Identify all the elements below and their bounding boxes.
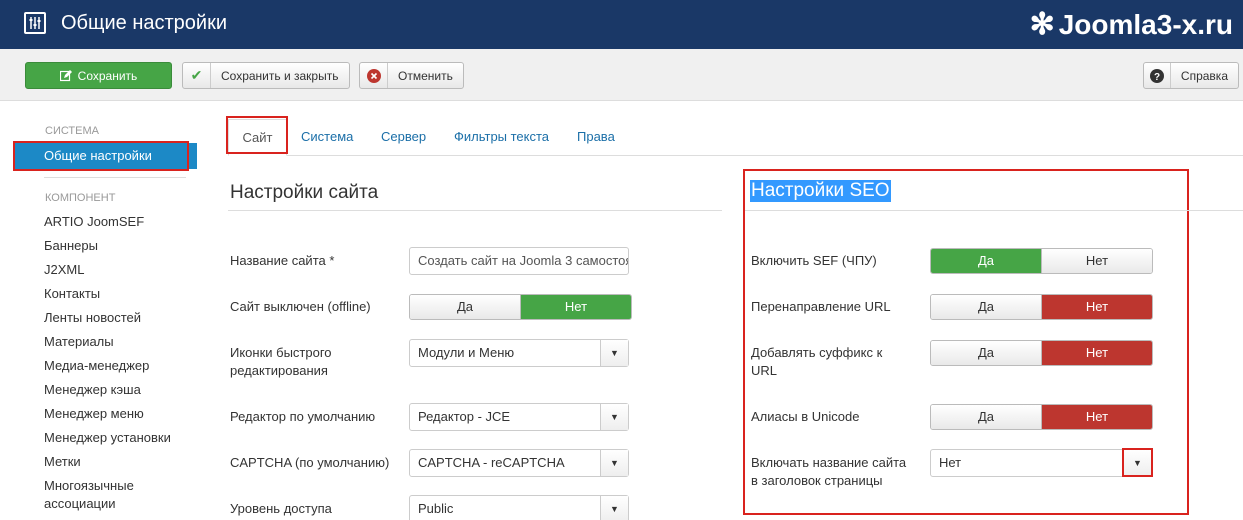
sef-yes-option[interactable]: Да (931, 249, 1041, 273)
chevron-down-icon[interactable]: ▼ (600, 496, 628, 520)
help-button[interactable]: ? Справка (1143, 62, 1239, 89)
sidebar-section-system: СИСТЕМА (45, 125, 99, 137)
sidebar-item[interactable]: Ленты новостей (44, 310, 141, 325)
sidebar-item[interactable]: J2XML (44, 262, 84, 277)
url-suffix-label: Добавлять суффикс к URL (751, 344, 882, 380)
offline-no-option[interactable]: Нет (520, 295, 631, 319)
unicode-aliases-no-option[interactable]: Нет (1041, 405, 1152, 429)
edit-icons-select[interactable]: Модули и Меню ▼ (409, 339, 629, 367)
section-divider (228, 210, 722, 211)
site-name-input[interactable]: Создать сайт на Joomla 3 самостоятельно (409, 247, 629, 275)
edit-icon (59, 63, 72, 88)
offline-yes-option[interactable]: Да (410, 295, 520, 319)
save-label: Сохранить (77, 68, 138, 83)
sidebar-item[interactable]: Метки (44, 454, 81, 469)
highlight-frame (13, 141, 189, 171)
unicode-aliases-toggle[interactable]: Да Нет (930, 404, 1153, 430)
help-label: Справка (1180, 68, 1228, 83)
section-divider (745, 210, 1243, 211)
help-icon: ? (1144, 63, 1171, 88)
access-select[interactable]: Public ▼ (409, 495, 629, 520)
brand-logo: ✻ Joomla3-x.ru (1030, 7, 1233, 42)
sidebar-item[interactable]: Менеджер меню (44, 406, 144, 421)
top-header: Общие настройки ✻ Joomla3-x.ru (0, 0, 1243, 49)
captcha-select[interactable]: CAPTCHA - reCAPTCHA ▼ (409, 449, 629, 477)
sidebar-item[interactable]: Контакты (44, 286, 100, 301)
settings-sliders-icon (24, 12, 46, 34)
url-suffix-label-line2: URL (751, 363, 778, 378)
settings-tabs: Сайт Система Сервер Фильтры текста Права (226, 116, 1243, 156)
save-close-label: Сохранить и закрыть (221, 68, 339, 83)
url-suffix-yes-option[interactable]: Да (931, 341, 1041, 365)
sef-label: Включить SEF (ЧПУ) (751, 253, 877, 268)
url-suffix-toggle[interactable]: Да Нет (930, 340, 1153, 366)
captcha-value: CAPTCHA - reCAPTCHA (418, 455, 565, 470)
sef-toggle[interactable]: Да Нет (930, 248, 1153, 274)
sitename-in-title-select[interactable]: Нет ▼ (930, 449, 1152, 477)
svg-text:?: ? (1154, 72, 1160, 83)
sitename-in-title-label: Включать название сайта в заголовок стра… (751, 454, 906, 490)
editor-label: Редактор по умолчанию (230, 409, 376, 424)
site-settings-title: Настройки сайта (230, 182, 379, 203)
check-icon: ✔ (183, 63, 211, 88)
seo-settings-title: Настройки SEO (750, 180, 891, 202)
chevron-down-icon[interactable]: ▼ (600, 404, 628, 430)
unicode-aliases-yes-option[interactable]: Да (931, 405, 1041, 429)
url-rewrite-toggle[interactable]: Да Нет (930, 294, 1153, 320)
sidebar-item[interactable]: Баннеры (44, 238, 98, 253)
cancel-button[interactable]: Отменить (359, 62, 464, 89)
cancel-label: Отменить (398, 68, 453, 83)
page-title: Общие настройки (61, 12, 227, 34)
edit-icons-value: Модули и Меню (418, 345, 515, 360)
sitename-in-title-value: Нет (939, 455, 962, 470)
save-close-button[interactable]: ✔ Сохранить и закрыть (182, 62, 350, 89)
sidebar-item[interactable]: Медиа-менеджер (44, 358, 149, 373)
url-suffix-no-option[interactable]: Нет (1041, 341, 1152, 365)
tab-server[interactable]: Сервер (381, 129, 426, 144)
tab-text-filters[interactable]: Фильтры текста (454, 129, 549, 144)
edit-icons-label-line2: редактирования (230, 363, 328, 378)
editor-select[interactable]: Редактор - JCE ▼ (409, 403, 629, 431)
sidebar-item[interactable]: Менеджер кэша (44, 382, 141, 397)
access-label: Уровень доступа (230, 501, 332, 516)
highlight-frame (1122, 448, 1153, 477)
sitename-in-title-label-line1: Включать название сайта (751, 455, 907, 470)
sidebar-section-component: КОМПОНЕНТ (45, 192, 116, 204)
tab-system[interactable]: Система (301, 129, 353, 144)
joomla-logo-icon: ✻ (1029, 8, 1055, 41)
edit-icons-label: Иконки быстрого редактирования (230, 344, 332, 380)
site-name-label: Название сайта * (230, 253, 335, 268)
sitename-in-title-label-line2: в заголовок страницы (751, 473, 883, 488)
tab-permissions[interactable]: Права (577, 129, 615, 144)
offline-label: Сайт выключен (offline) (230, 299, 371, 314)
sidebar-item[interactable]: ассоциации (44, 496, 116, 511)
captcha-label: CAPTCHA (по умолчанию) (230, 455, 390, 470)
editor-value: Редактор - JCE (418, 409, 511, 424)
sidebar-item[interactable]: Многоязычные (44, 478, 134, 493)
url-rewrite-label: Перенаправление URL (751, 299, 891, 314)
chevron-down-icon[interactable]: ▼ (600, 450, 628, 476)
unicode-aliases-label: Алиасы в Unicode (751, 409, 860, 424)
toolbar: Сохранить ✔ Сохранить и закрыть Отменить… (0, 49, 1243, 101)
url-rewrite-no-option[interactable]: Нет (1041, 295, 1152, 319)
cancel-icon (360, 63, 388, 88)
offline-toggle[interactable]: Да Нет (409, 294, 632, 320)
chevron-down-icon[interactable]: ▼ (600, 340, 628, 366)
edit-icons-label-line1: Иконки быстрого (230, 345, 332, 360)
sidebar: СИСТЕМА Общие настройки КОМПОНЕНТ ARTIO … (0, 101, 210, 520)
sef-no-option[interactable]: Нет (1041, 249, 1152, 273)
sidebar-divider (44, 177, 186, 178)
sidebar-item[interactable]: Материалы (44, 334, 114, 349)
sidebar-item[interactable]: Менеджер установки (44, 430, 171, 445)
url-rewrite-yes-option[interactable]: Да (931, 295, 1041, 319)
sidebar-item[interactable]: ARTIO JoomSEF (44, 214, 144, 229)
access-value: Public (418, 501, 454, 516)
save-button[interactable]: Сохранить (25, 62, 172, 89)
highlight-frame (226, 116, 288, 154)
url-suffix-label-line1: Добавлять суффикс к (751, 345, 883, 360)
brand-text: Joomla3-x.ru (1058, 8, 1233, 40)
